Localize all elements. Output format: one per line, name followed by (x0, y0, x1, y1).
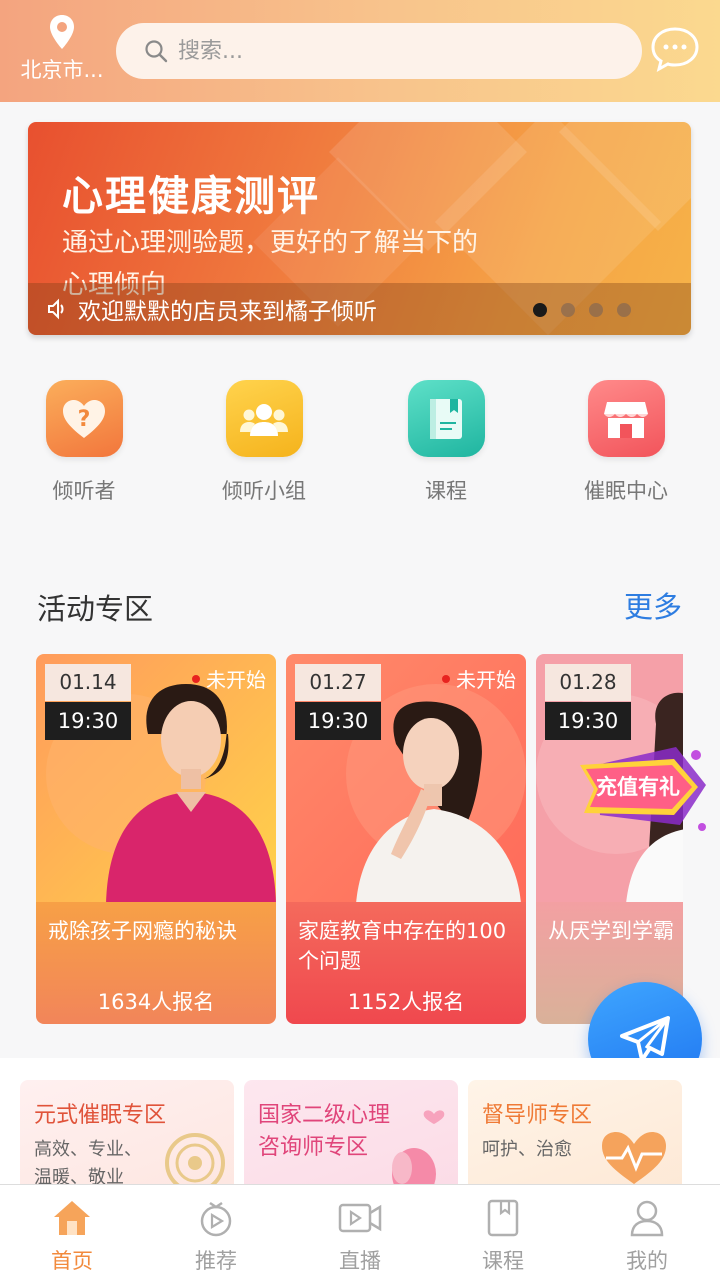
tab-label: 首页 (51, 1249, 93, 1273)
activity-date: 01.27 (295, 664, 381, 701)
tab-live[interactable]: 直播 (310, 1199, 410, 1275)
menu-label: 课程 (425, 479, 467, 503)
zone-card[interactable]: 国家二级心理咨询师专区 (244, 1080, 458, 1184)
menu-item-course[interactable]: 课程 (371, 380, 521, 505)
carousel-dot[interactable] (561, 303, 575, 317)
tab-label: 直播 (339, 1249, 381, 1273)
menu-label: 倾听者 (52, 479, 116, 503)
status-badge: 未开始 (192, 664, 266, 693)
book-icon (407, 380, 485, 457)
activity-title: 戒除孩子网瘾的秘诀 (48, 919, 237, 943)
tab-recommend[interactable]: 推荐 (166, 1199, 266, 1275)
menu-label: 倾听小组 (222, 479, 306, 503)
carousel-dots (533, 303, 631, 317)
activity-title: 从厌学到学霸 (548, 919, 674, 943)
recommend-icon (200, 1201, 232, 1237)
message-icon[interactable] (650, 26, 700, 72)
course-book-icon (487, 1199, 519, 1237)
tab-label: 课程 (482, 1249, 524, 1273)
carousel-dot[interactable] (589, 303, 603, 317)
signup-count: 1152人报名 (347, 990, 465, 1014)
banner-carousel[interactable]: 心理健康测评 通过心理测验题，更好的了解当下的心理倾向 欢迎默默的店员来到橘子倾… (28, 122, 691, 335)
search-input[interactable] (178, 38, 598, 64)
live-video-icon (338, 1203, 382, 1233)
search-bar[interactable] (116, 23, 642, 79)
activity-title: 家庭教育中存在的100个问题 (298, 919, 507, 973)
activity-time: 19:30 (295, 702, 381, 740)
banner-title: 心理健康测评 (62, 172, 320, 220)
status-dot-icon (192, 674, 200, 683)
home-icon (54, 1201, 90, 1235)
tab-course[interactable]: 课程 (453, 1199, 553, 1275)
location-label: 北京市... (20, 58, 104, 82)
tab-mine[interactable]: 我的 (597, 1199, 697, 1275)
promo-label: 充值有礼 (596, 775, 680, 799)
tab-label: 推荐 (195, 1249, 237, 1273)
bottom-tab-bar: 首页 推荐 直播 课程 我的 (0, 1184, 720, 1280)
activity-card[interactable]: 01.14 19:30 未开始 戒除孩子网瘾的秘诀 1634人报名 (36, 654, 276, 1024)
heart-question-icon: ? (45, 380, 123, 457)
store-icon (587, 380, 665, 457)
activity-date: 01.14 (45, 664, 131, 701)
menu-label: 催眠中心 (584, 479, 668, 503)
location-pin-icon (50, 15, 74, 49)
speaker-icon (48, 298, 64, 320)
zone-title: 督导师专区 (482, 1103, 593, 1128)
activity-date: 01.28 (545, 664, 631, 701)
zone-desc: 高效、专业、温暖、敬业 (34, 1139, 142, 1184)
activity-card[interactable]: 01.27 19:30 未开始 家庭教育中存在的100个问题 1152人报名 (286, 654, 526, 1024)
more-link[interactable]: 更多 (624, 584, 682, 626)
notice-text: 欢迎默默的店员来到橘子倾听 (78, 299, 377, 325)
zone-desc: 呵护、治愈 (482, 1139, 572, 1160)
status-badge: 未开始 (442, 664, 516, 693)
user-icon (630, 1200, 664, 1237)
carousel-dot[interactable] (533, 303, 547, 317)
carousel-dot[interactable] (617, 303, 631, 317)
zone-title: 国家二级心理咨询师专区 (258, 1103, 391, 1160)
status-dot-icon (442, 674, 450, 683)
zone-emblem-icon (165, 1133, 225, 1184)
tab-label: 我的 (626, 1249, 668, 1273)
menu-item-hypnosis-center[interactable]: 催眠中心 (551, 380, 701, 505)
activity-time: 19:30 (45, 702, 131, 740)
paper-plane-icon (620, 1016, 670, 1062)
zone-title: 元式催眠专区 (34, 1103, 167, 1128)
zone-card[interactable]: 督导师专区 呵护、治愈 (468, 1080, 682, 1184)
menu-item-listener[interactable]: ? 倾听者 (9, 380, 159, 505)
signup-count: 1634人报名 (97, 990, 215, 1014)
promo-badge[interactable]: 充值有礼 (576, 735, 712, 843)
top-header: 北京市... (0, 0, 720, 102)
zones-row: 元式催眠专区 高效、专业、温暖、敬业 国家二级心理咨询师专区 督导师专区 呵护、… (0, 1058, 720, 1184)
group-icon (225, 380, 303, 457)
svg-text:?: ? (78, 407, 91, 432)
search-icon (145, 40, 168, 63)
menu-item-group[interactable]: 倾听小组 (189, 380, 339, 505)
zone-card[interactable]: 元式催眠专区 高效、专业、温暖、敬业 (20, 1080, 234, 1184)
section-title: 活动专区 (37, 592, 154, 626)
quick-menu: ? 倾听者 倾听小组 课程 催眠中心 (0, 343, 720, 523)
location-selector[interactable]: 北京市... (14, 14, 110, 84)
tab-home[interactable]: 首页 (22, 1199, 122, 1275)
